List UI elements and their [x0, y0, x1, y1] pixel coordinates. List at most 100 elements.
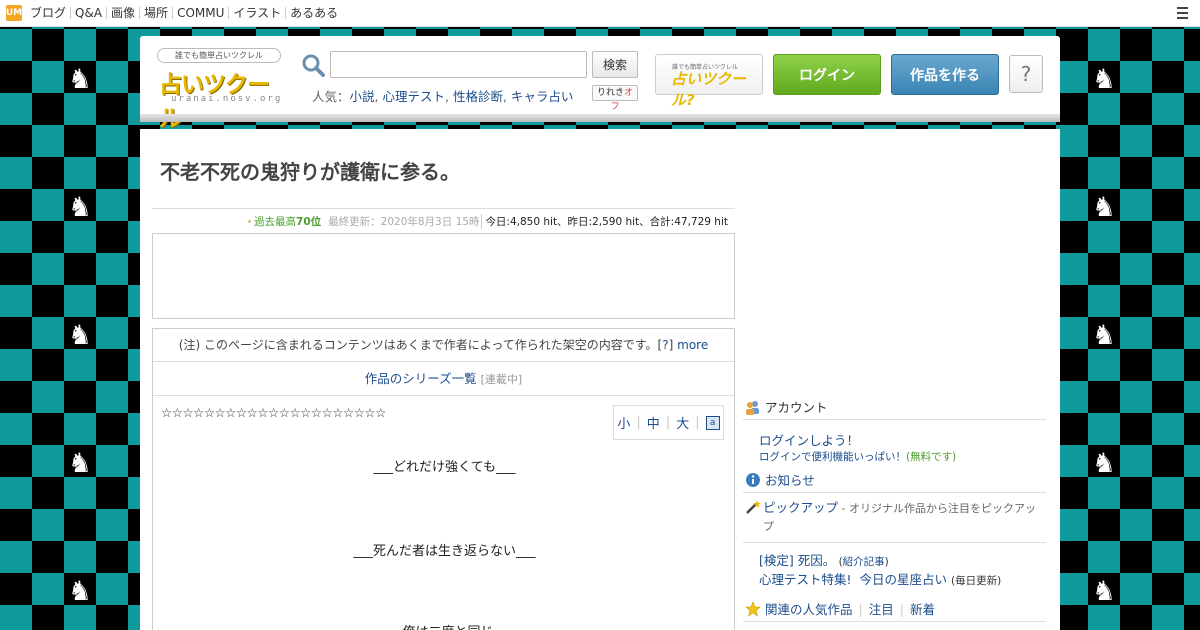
info-icon: [746, 472, 760, 487]
tab-featured[interactable]: 注目: [863, 602, 900, 617]
best-rank[interactable]: 過去最高70位: [254, 214, 321, 229]
um-logo[interactable]: UM: [6, 5, 22, 21]
logo-url: uranai.nosv.org: [171, 94, 283, 104]
site-logo[interactable]: 誰でも簡単占いツクレル 占いツクール uranai.nosv.org: [157, 48, 283, 132]
notice-bracket: ]: [668, 338, 674, 352]
notice-text: (注) このページに含まれるコンテンツはあくまで作者によって作られた架空の内容で…: [178, 338, 663, 352]
news-section-head[interactable]: お知らせ: [743, 467, 1046, 493]
main-content: 不老不死の鬼狩りが護衛に参る。 過去最高70位 最終更新：2020年8月3日 1…: [140, 129, 1060, 630]
account-icon: [746, 400, 759, 415]
knight-icon: ♞: [1091, 192, 1117, 223]
series-status: [連載中]: [480, 373, 523, 386]
pickup-section: ピックアップ - オリジナル作品から注目をピックアップ: [743, 491, 1046, 543]
popular-link-chara[interactable]: キャラ占い: [511, 89, 574, 104]
history-toggle-label: りれき: [596, 88, 624, 98]
pickup-links: [検定] 死因。 (紹介記事) 心理テスト特集! 今日の星座占い (毎日更新): [759, 552, 1001, 590]
pickup-item-test[interactable]: [検定] 死因。: [759, 553, 835, 568]
font-large-button[interactable]: 大: [676, 413, 689, 432]
star-icon: [745, 600, 761, 617]
last-update: 最終更新：2020年8月3日 15時: [328, 215, 480, 228]
knight-icon: ♞: [67, 192, 93, 223]
login-benefit-label: ログインで便利機能いっぱい！: [759, 451, 906, 463]
knight-icon: ♞: [1091, 576, 1117, 607]
pickup-item-article-link[interactable]: 紹介記事: [843, 556, 885, 568]
knight-icon: ♞: [67, 448, 93, 479]
pickup-note-open: (: [835, 556, 843, 568]
news-link[interactable]: お知らせ: [765, 470, 815, 489]
knight-icon: ♞: [67, 576, 93, 607]
hamburger-menu-icon[interactable]: [1177, 7, 1188, 19]
magic-wand-icon: [746, 500, 761, 514]
best-rank-prefix: 過去最高: [254, 215, 297, 228]
best-rank-value: 70位: [296, 215, 322, 228]
tab-new[interactable]: 新着: [904, 602, 941, 617]
pickup-item-psych-feature[interactable]: 心理テスト特集!: [759, 572, 852, 587]
nav-images[interactable]: 画像: [106, 7, 139, 19]
global-nav-bar: UM ブログ Q&A 画像 場所 COMMU イラスト あるある: [0, 0, 1200, 27]
series-row: 作品のシリーズ一覧 [連載中]: [153, 362, 734, 396]
notice-more-link[interactable]: more: [677, 338, 708, 352]
account-section-head: アカウント: [743, 394, 1046, 420]
ad-area: [152, 233, 735, 319]
font-medium-button[interactable]: 中: [647, 413, 660, 432]
nav-blog[interactable]: ブログ: [30, 7, 70, 19]
page-title: 不老不死の鬼狩りが護衛に参る。: [160, 160, 460, 184]
hit-count: 今日:4,850 hit、昨日:2,590 hit、合計:47,729 hit: [481, 213, 728, 229]
search-icon: [302, 54, 325, 77]
popular-label: 人気：: [312, 89, 350, 104]
story-line: ___どれだけ強くても___: [373, 460, 516, 475]
site-header: 誰でも簡単占いツクレル 占いツクール uranai.nosv.org 検索 人気…: [140, 36, 1060, 132]
header-divider: [140, 114, 1060, 122]
article-box: (注) このページに含まれるコンテンツはあくまで作者によって作られた架空の内容で…: [152, 328, 735, 630]
popular-link-psych-test[interactable]: 心理テスト: [382, 89, 445, 104]
nav-aruaru[interactable]: あるある: [285, 7, 342, 19]
about-button[interactable]: 誰でも簡単占いツクレル 占いツクール?: [655, 54, 763, 109]
popular-tabs: 関連の人気作品 | 注目 | 新着: [765, 599, 941, 618]
stars-line: ☆☆☆☆☆☆☆☆☆☆☆☆☆☆☆☆☆☆☆☆☆: [161, 405, 386, 420]
popular-link-novel[interactable]: 小説: [350, 89, 375, 104]
knight-icon: ♞: [1091, 64, 1117, 95]
nav-commu[interactable]: COMMU: [172, 7, 228, 19]
pickup-link[interactable]: ピックアップ: [763, 500, 838, 515]
font-size-controls: 小 | 中 | 大 | a: [613, 405, 724, 440]
account-head-label: アカウント: [765, 400, 828, 415]
nav-qa[interactable]: Q&A: [70, 7, 106, 19]
nav-places[interactable]: 場所: [139, 7, 172, 19]
pickup-daily-note: (毎日更新): [950, 575, 1002, 587]
font-small-button[interactable]: 小: [617, 413, 630, 432]
story-line: ___俺は二度と同じ...: [153, 621, 736, 630]
login-free-note: (無料です): [906, 451, 957, 463]
pickup-head: ピックアップ - オリジナル作品から注目をピックアップ: [763, 499, 1043, 535]
login-prompt-link[interactable]: ログインしよう！: [759, 430, 859, 449]
article-meta: 過去最高70位 最終更新：2020年8月3日 15時 今日:4,850 hit、…: [248, 213, 728, 229]
global-nav: ブログ Q&A 画像 場所 COMMU イラスト あるある: [30, 7, 342, 19]
pickup-item-horoscope[interactable]: 今日の星座占い: [859, 572, 947, 587]
knight-icon: ♞: [67, 320, 93, 351]
fiction-notice: (注) このページに含まれるコンテンツはあくまで作者によって作られた架空の内容で…: [153, 329, 734, 362]
help-button[interactable]: ?: [1009, 55, 1043, 93]
divider: [152, 208, 735, 209]
popular-categories: 人気：小説, 心理テスト, 性格診断, キャラ占い: [312, 89, 574, 104]
logo-tagline: 誰でも簡単占いツクレル: [157, 48, 281, 63]
text-style-icon[interactable]: a: [705, 415, 720, 430]
login-button[interactable]: ログイン: [773, 54, 881, 95]
story-line: ___死んだ者は生き返らない___: [353, 544, 536, 559]
tab-related-popular[interactable]: 関連の人気作品: [765, 602, 859, 617]
knight-icon: ♞: [67, 64, 93, 95]
nav-illust[interactable]: イラスト: [228, 7, 285, 19]
sidebar: アカウント ログインしよう！ ログインで便利機能いっぱい！(無料です) お知らせ…: [743, 394, 1046, 622]
popular-works-section-head: 関連の人気作品 | 注目 | 新着: [743, 596, 1046, 622]
crown-icon: [248, 219, 251, 223]
create-work-button[interactable]: 作品を作る: [891, 54, 999, 95]
knight-icon: ♞: [1091, 320, 1117, 351]
series-list-link[interactable]: 作品のシリーズ一覧: [365, 371, 477, 386]
pickup-note-close: ): [884, 556, 889, 568]
about-main-text: 占いツクール?: [671, 70, 747, 109]
popular-link-personality[interactable]: 性格診断: [453, 89, 503, 104]
search-input[interactable]: [330, 51, 587, 78]
knight-icon: ♞: [1091, 448, 1117, 479]
article-body: ☆☆☆☆☆☆☆☆☆☆☆☆☆☆☆☆☆☆☆☆☆ 小 | 中 | 大 | a ___どれだけ…: [153, 396, 736, 630]
history-toggle[interactable]: りれきオフ: [592, 85, 638, 112]
search-button[interactable]: 検索: [592, 51, 638, 78]
login-benefit-text: ログインで便利機能いっぱい！(無料です): [759, 449, 956, 464]
